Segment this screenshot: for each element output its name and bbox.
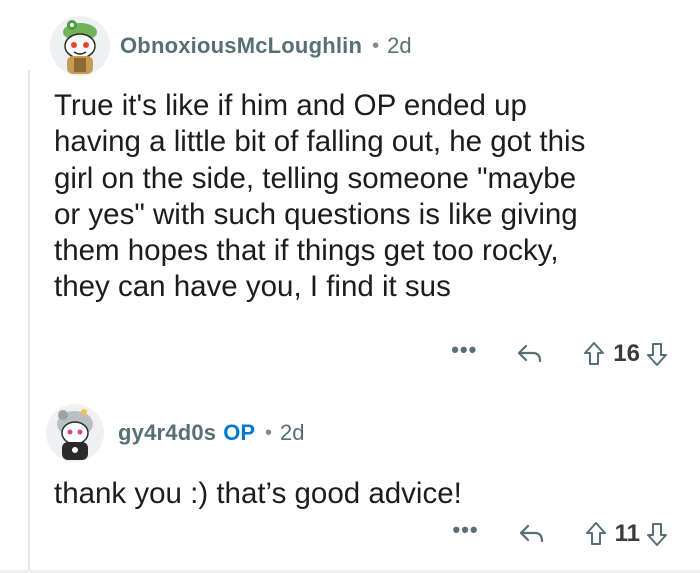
comment: gy4r4d0s OP • 2d thank you :) that’s goo… [0,380,700,573]
reply-icon[interactable] [517,343,543,365]
separator-dot: • [372,34,380,57]
comment-header: gy4r4d0s OP • 2d [46,404,305,462]
username[interactable]: ObnoxiousMcLoughlin [120,33,362,59]
separator-dot: • [265,421,273,444]
username[interactable]: gy4r4d0s [118,420,216,446]
timestamp: 2d [280,420,305,445]
more-options-button[interactable]: ••• [453,519,479,541]
comment-header: ObnoxiousMcLoughlin • 2d [50,16,412,76]
snoo-avatar-green-hat-icon [50,16,110,76]
comment-body: thank you :) that’s good advice! [54,477,462,510]
downvote-arrow-icon[interactable] [646,521,668,547]
comment-body: True it's like if him and OP ended up ha… [54,89,586,304]
comment-actions: ••• 16 [451,339,668,368]
snoo-avatar-gray-hair-icon [46,404,104,462]
timestamp: 2d [387,33,412,58]
more-options-button[interactable]: ••• [451,339,477,361]
avatar[interactable] [46,404,104,462]
comment: ObnoxiousMcLoughlin • 2d True it's like … [0,0,700,380]
upvote-arrow-icon[interactable] [585,521,607,547]
vote-score: 11 [614,520,640,547]
avatar[interactable] [50,16,110,76]
op-badge: OP [223,420,256,445]
reply-icon[interactable] [519,523,545,545]
upvote-arrow-icon[interactable] [583,341,605,367]
downvote-arrow-icon[interactable] [646,341,668,367]
vote-score: 16 [613,340,640,367]
comment-actions: ••• 11 [453,519,668,548]
